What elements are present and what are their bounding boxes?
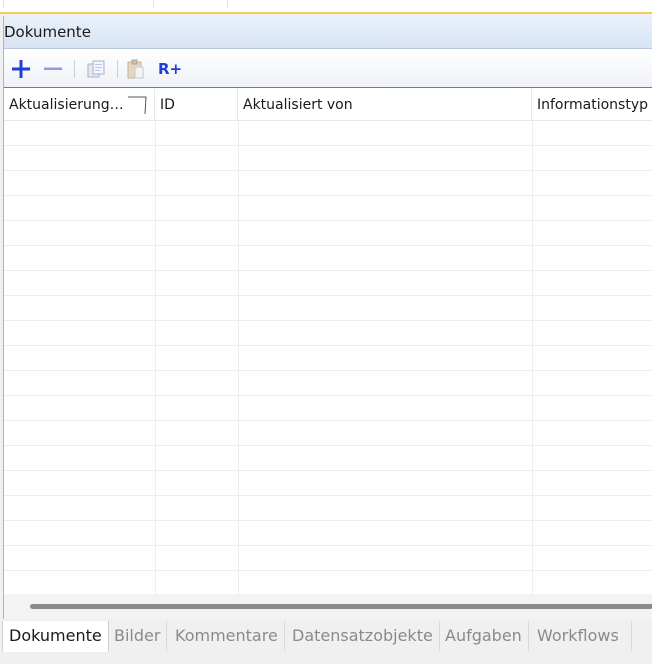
add-reference-label: R+ [157,60,183,78]
panel-title: Dokumente [4,23,91,41]
plus-icon [12,60,30,78]
table-row [4,496,652,521]
column-header-label: ID [160,97,175,113]
top-strip-segment [154,0,228,8]
table-row [4,446,652,471]
table-row [4,271,652,296]
copy-icon [87,60,105,78]
tab-images[interactable]: Bilder [108,621,168,651]
copy-button[interactable] [83,57,109,81]
column-header-label: Aktualisiert von [243,97,353,113]
toolbar: R+ [4,50,652,88]
column-header-updated-by[interactable]: Aktualisiert von [238,89,532,121]
column-header-info-type[interactable]: Informationstyp [532,89,652,121]
column-divider [532,121,533,594]
grid-header: Aktualisierung… ID Aktualisiert von Info… [4,89,652,121]
table-row [4,471,652,496]
documents-panel: Dokumente R+ Aktualisierung… ID Aktualis… [3,16,652,619]
table-row [4,121,652,146]
tab-label: Workflows [537,626,619,645]
table-row [4,546,652,571]
column-divider [155,121,156,594]
horizontal-scrollbar-thumb[interactable] [30,604,652,609]
toolbar-separator [117,60,118,78]
top-strip [0,0,652,14]
table-row [4,246,652,271]
column-header-updated-on[interactable]: Aktualisierung… [4,89,155,121]
filter-icon[interactable] [126,95,148,115]
table-row [4,371,652,396]
table-row [4,296,652,321]
top-strip-segment [4,0,154,8]
table-row [4,571,652,594]
panel-header: Dokumente [4,16,652,49]
documents-grid: Aktualisierung… ID Aktualisiert von Info… [4,89,652,594]
tab-label: Aufgaben [445,626,522,645]
table-row [4,346,652,371]
bottom-tabs: Dokumente Bilder Kommentare Datensatzobj… [0,621,652,653]
table-row [4,321,652,346]
tab-label: Dokumente [9,626,102,645]
tab-comments[interactable]: Kommentare [169,621,285,651]
table-row [4,146,652,171]
table-row [4,396,652,421]
table-row [4,171,652,196]
table-row [4,421,652,446]
table-row [4,196,652,221]
add-button[interactable] [8,57,34,81]
tab-documents[interactable]: Dokumente [2,621,109,652]
minus-icon [44,67,62,70]
add-reference-button[interactable]: R+ [155,57,185,81]
tab-record-objects[interactable]: Datensatzobjekte [286,621,440,651]
paste-icon [127,59,144,79]
tab-label: Bilder [114,626,161,645]
remove-button[interactable] [40,57,66,81]
table-row [4,521,652,546]
column-header-id[interactable]: ID [155,89,238,121]
table-row [4,221,652,246]
column-divider [238,121,239,594]
toolbar-separator [74,60,75,78]
tab-label: Kommentare [175,626,278,645]
paste-button[interactable] [122,57,148,81]
column-header-label: Aktualisierung… [9,97,124,113]
tab-workflows[interactable]: Workflows [531,621,632,651]
tab-tasks[interactable]: Aufgaben [439,621,529,651]
tab-label: Datensatzobjekte [292,626,433,645]
grid-body [4,121,652,594]
horizontal-scrollbar[interactable] [4,594,652,619]
column-header-label: Informationstyp [537,97,648,113]
